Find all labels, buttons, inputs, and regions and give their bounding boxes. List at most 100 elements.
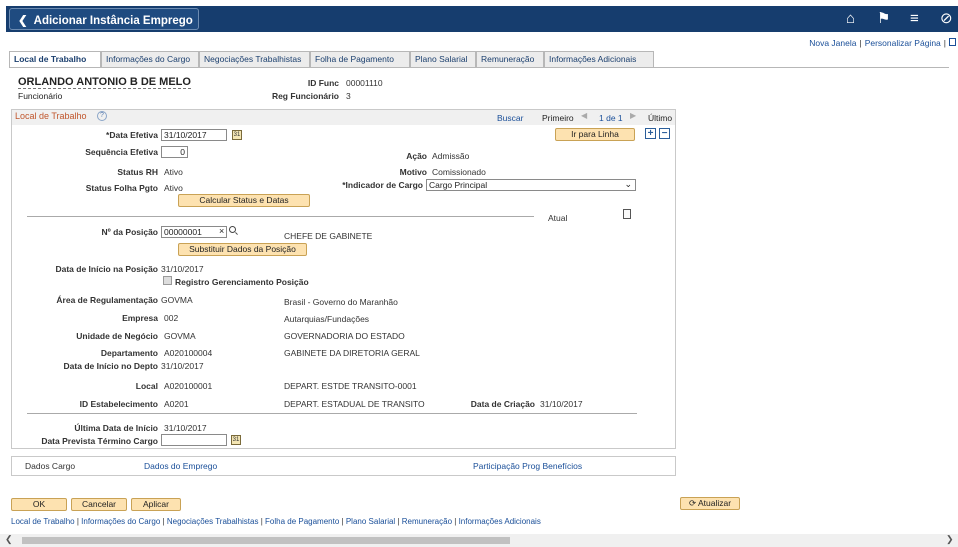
employment-data-link[interactable]: Dados do Emprego	[144, 461, 217, 471]
scrollbar-thumb[interactable]	[22, 537, 510, 544]
clear-icon[interactable]: ×	[219, 226, 224, 236]
job-indicator-select[interactable]: Cargo Principal ⌄	[426, 179, 636, 191]
hr-status-value: Ativo	[164, 167, 183, 177]
effective-date-input[interactable]: 31/10/2017	[161, 129, 227, 141]
tab-plano-salarial[interactable]: Plano Salarial	[410, 51, 476, 67]
tab-informacoes-adicionais[interactable]: Informações Adicionais	[544, 51, 654, 67]
establishment-id-label: ID Estabelecimento	[79, 399, 158, 409]
row-count: 1 de 1	[599, 113, 623, 123]
header-area: ❮ Adicionar Instância Emprego ⌂ ⚑ ≡ ⊘	[0, 0, 958, 34]
back-button[interactable]: ❮ Adicionar Instância Emprego	[9, 8, 199, 30]
job-data-label: Dados Cargo	[25, 461, 76, 471]
effective-sequence-label: Sequência Efetiva	[85, 147, 158, 157]
cancel-button[interactable]: Cancelar	[71, 498, 127, 511]
bottom-link-informacoes-cargo[interactable]: Informações do Cargo	[81, 517, 160, 526]
bottom-link-remuneracao[interactable]: Remuneração	[402, 517, 452, 526]
separator: |	[76, 517, 79, 526]
separator: |	[341, 517, 344, 526]
location-label: Local	[135, 381, 158, 391]
calculate-status-dates-button[interactable]: Calcular Status e Datas	[178, 194, 310, 207]
apply-button[interactable]: Aplicar	[131, 498, 181, 511]
help-icon[interactable]: ?	[97, 111, 107, 121]
payroll-status-label: Status Folha Pgto	[85, 183, 158, 193]
refresh-button[interactable]: ⟳ Atualizar	[680, 497, 740, 510]
delete-row-icon[interactable]: −	[659, 128, 670, 139]
ok-button[interactable]: OK	[11, 498, 67, 511]
position-description: CHEFE DE GABINETE	[284, 231, 373, 241]
flag-icon[interactable]: ⚑	[877, 11, 890, 26]
next-icon[interactable]: ▶	[630, 111, 636, 120]
last-link[interactable]: Último	[648, 113, 672, 123]
chevron-left-icon: ❮	[18, 15, 28, 27]
navbar-icon[interactable]: ⊘	[940, 11, 953, 26]
find-link[interactable]: Buscar	[497, 113, 523, 123]
scroll-left-icon[interactable]: ❮	[5, 534, 13, 545]
department-value: A020100004	[164, 348, 213, 358]
tab-remuneracao[interactable]: Remuneração	[476, 51, 544, 67]
section-header	[12, 110, 675, 125]
menu-icon[interactable]: ≡	[910, 11, 919, 26]
go-to-row-button[interactable]: Ir para Linha	[555, 128, 635, 141]
divider	[27, 413, 637, 414]
department-entry-date-value: 31/10/2017	[161, 361, 204, 371]
payroll-status-value: Ativo	[164, 183, 183, 193]
position-management-checkbox[interactable]	[163, 276, 172, 285]
home-icon[interactable]: ⌂	[846, 11, 855, 26]
scroll-right-icon[interactable]: ❯	[946, 534, 954, 545]
bottom-link-negociacoes[interactable]: Negociações Trabalhistas	[167, 517, 259, 526]
position-management-label: Registro Gerenciamento Posição	[175, 277, 309, 287]
id-func-label: ID Func	[307, 78, 339, 88]
bottom-link-folha-pagamento[interactable]: Folha de Pagamento	[265, 517, 339, 526]
company-value: 002	[164, 313, 179, 323]
current-label: Atual	[548, 213, 568, 223]
override-position-data-button[interactable]: Substituir Dados da Posição	[178, 243, 307, 256]
divider	[27, 216, 534, 217]
bottom-links: Local de Trabalho | Informações do Cargo…	[11, 517, 541, 526]
location-value: A020100001	[164, 381, 213, 391]
bottom-link-informacoes-adicionais[interactable]: Informações Adicionais	[459, 517, 541, 526]
tab-negociacoes-trabalhistas[interactable]: Negociações Trabalhistas	[199, 51, 310, 67]
reason-value: Comissionado	[432, 167, 486, 177]
business-unit-label: Unidade de Negócio	[76, 331, 158, 341]
separator: |	[943, 38, 946, 48]
id-func-value: 00001110	[346, 78, 383, 88]
chevron-down-icon: ⌄	[624, 179, 632, 189]
job-indicator-label: *Indicador de Cargo	[342, 180, 423, 190]
position-number-input[interactable]: 00000001	[161, 226, 227, 238]
location-desc: DEPART. ESTDE TRANSITO-0001	[284, 381, 417, 391]
tab-folha-pagamento[interactable]: Folha de Pagamento	[310, 51, 410, 67]
bottom-link-local-trabalho[interactable]: Local de Trabalho	[11, 517, 75, 526]
page-title: Adicionar Instância Emprego	[33, 15, 193, 27]
bottom-link-plano-salarial[interactable]: Plano Salarial	[346, 517, 395, 526]
creation-date-label: Data de Criação	[470, 399, 535, 409]
benefits-participation-link[interactable]: Participação Prog Benefícios	[473, 461, 582, 471]
add-row-icon[interactable]: +	[645, 128, 656, 139]
separator: |	[454, 517, 457, 526]
previous-icon[interactable]: ◀	[581, 111, 587, 120]
personalize-page-link[interactable]: Personalizar Página	[865, 38, 941, 48]
first-link[interactable]: Primeiro	[542, 113, 574, 123]
employee-name: ORLANDO ANTONIO B DE MELO	[18, 76, 191, 89]
new-window-link[interactable]: Nova Janela	[809, 38, 856, 48]
company-label: Empresa	[122, 313, 158, 323]
refresh-icon: ⟳	[688, 498, 697, 508]
tab-local-trabalho[interactable]: Local de Trabalho	[9, 51, 101, 68]
reg-func-label: Reg Funcionário	[271, 91, 339, 101]
help-page-icon[interactable]	[949, 38, 956, 46]
business-unit-desc: GOVERNADORIA DO ESTADO	[284, 331, 405, 341]
effective-sequence-input[interactable]: 0	[161, 146, 188, 158]
company-desc: Autarquias/Fundações	[284, 314, 370, 324]
expected-end-date-label: Data Prevista Término Cargo	[41, 436, 158, 446]
separator: |	[260, 517, 263, 526]
calendar-icon[interactable]: 31	[231, 435, 241, 445]
current-checkbox-icon	[623, 209, 631, 219]
job-indicator-value: Cargo Principal	[429, 180, 488, 190]
tab-informacoes-cargo[interactable]: Informações do Cargo	[101, 51, 199, 67]
action-label: Ação	[406, 151, 427, 161]
department-label: Departamento	[100, 348, 158, 358]
top-links: Nova Janela | Personalizar Página |	[809, 38, 956, 48]
regulatory-region-desc: Brasil - Governo do Maranhão	[284, 297, 398, 307]
work-location-section	[11, 109, 676, 449]
calendar-icon[interactable]: 31	[232, 130, 242, 140]
expected-end-date-input[interactable]	[161, 434, 227, 446]
